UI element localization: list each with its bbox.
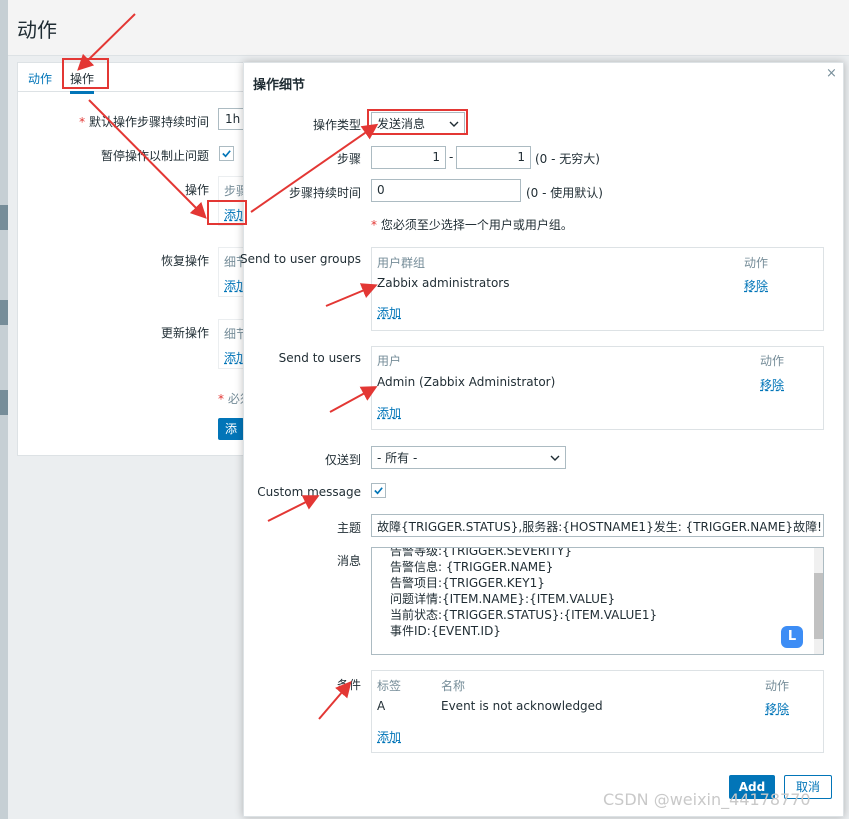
condition-remove-link[interactable]: 移除 [765, 700, 789, 717]
subject-label: 主题 [336, 521, 361, 535]
users-add-link[interactable]: 添加 [377, 404, 401, 421]
user-group-remove-link[interactable]: 移除 [744, 277, 768, 294]
annotation-box-operation-type [367, 109, 468, 135]
message-textarea[interactable]: 告警等级:{TRIGGER.SEVERITY} 告警信息: {TRIGGER.N… [371, 547, 824, 655]
step-from-input[interactable]: 1 [371, 146, 446, 169]
close-icon[interactable]: × [826, 66, 837, 81]
condition-tag: A [377, 699, 386, 713]
user-groups-label: Send to user groups [240, 252, 361, 266]
message-line: 问题详情:{ITEM.NAME}:{ITEM.VALUE} [390, 592, 616, 606]
chevron-down-icon [550, 455, 560, 461]
page-title: 动作 [17, 18, 57, 42]
user-group-name: Zabbix administrators [377, 276, 510, 290]
operations-label: 操作 [184, 183, 209, 197]
assistant-badge-icon[interactable]: L [781, 626, 803, 648]
send-only-to-select[interactable]: - 所有 - [371, 446, 566, 469]
custom-message-label: Custom message [257, 485, 361, 499]
operation-type-label: 操作类型 [312, 118, 361, 132]
message-line: 告警信息: {TRIGGER.NAME} [390, 560, 554, 574]
step-separator: - [449, 150, 454, 164]
recovery-label: 恢复操作 [160, 254, 209, 268]
message-line: 告警项目:{TRIGGER.KEY1} [390, 576, 545, 590]
watermark: CSDN @weixin_44178770 [603, 790, 811, 809]
condition-name: Event is not acknowledged [441, 699, 603, 713]
page-header [8, 0, 849, 56]
subject-input[interactable]: 故障{TRIGGER.STATUS},服务器:{HOSTNAME1}发生: {T… [371, 514, 824, 537]
users-col-name: 用户 [377, 354, 402, 368]
user-groups-col-action: 动作 [744, 256, 769, 270]
step-duration-label: 步骤持续时间 [288, 186, 361, 200]
steps-label: 步骤 [336, 152, 361, 166]
users-col-action: 动作 [760, 354, 785, 368]
message-line: 事件ID:{EVENT.ID} [390, 624, 501, 638]
user-groups-col-name: 用户群组 [377, 256, 426, 270]
step-duration-input[interactable]: 0 [371, 179, 521, 202]
conditions-col-tag: 标签 [377, 679, 402, 693]
strip-segment [0, 390, 8, 415]
users-label: Send to users [278, 351, 361, 365]
recipients-warning: * 您必须至少选择一个用户或用户组。 [371, 218, 573, 232]
custom-message-checkbox[interactable] [371, 483, 386, 498]
default-duration-label: * 默认操作步骤持续时间 [79, 115, 209, 129]
send-only-to-label: 仅送到 [324, 453, 361, 467]
pause-label: 暂停操作以制止问题 [100, 149, 209, 163]
step-duration-hint: (0 - 使用默认) [526, 186, 603, 200]
strip-segment [0, 205, 8, 230]
strip-segment [0, 300, 8, 325]
left-edge-strip [0, 0, 8, 819]
conditions-col-name: 名称 [441, 679, 466, 693]
message-label: 消息 [336, 554, 361, 568]
user-remove-link[interactable]: 移除 [760, 376, 784, 393]
message-line: 当前状态:{TRIGGER.STATUS}:{ITEM.VALUE1} [390, 608, 658, 622]
tab-action[interactable]: 动作 [28, 70, 52, 87]
annotation-box-operations-tab [62, 58, 109, 89]
outer-add-button[interactable]: 添 [218, 418, 244, 440]
conditions-add-link[interactable]: 添加 [377, 728, 401, 745]
conditions-col-action: 动作 [765, 679, 790, 693]
steps-hint: (0 - 无穷大) [535, 152, 600, 166]
annotation-box-add-link [207, 200, 247, 225]
conditions-label: 条件 [336, 678, 361, 692]
step-to-input[interactable]: 1 [456, 146, 531, 169]
user-groups-add-link[interactable]: 添加 [377, 304, 401, 321]
dialog-title: 操作细节 [253, 78, 306, 93]
update-label: 更新操作 [160, 326, 209, 340]
user-name: Admin (Zabbix Administrator) [377, 375, 556, 389]
message-scrollbar-thumb[interactable] [814, 573, 823, 639]
message-line: 告警等级:{TRIGGER.SEVERITY} [390, 547, 572, 558]
checkmark-icon [374, 487, 383, 495]
send-only-to-value: - 所有 - [377, 451, 418, 465]
